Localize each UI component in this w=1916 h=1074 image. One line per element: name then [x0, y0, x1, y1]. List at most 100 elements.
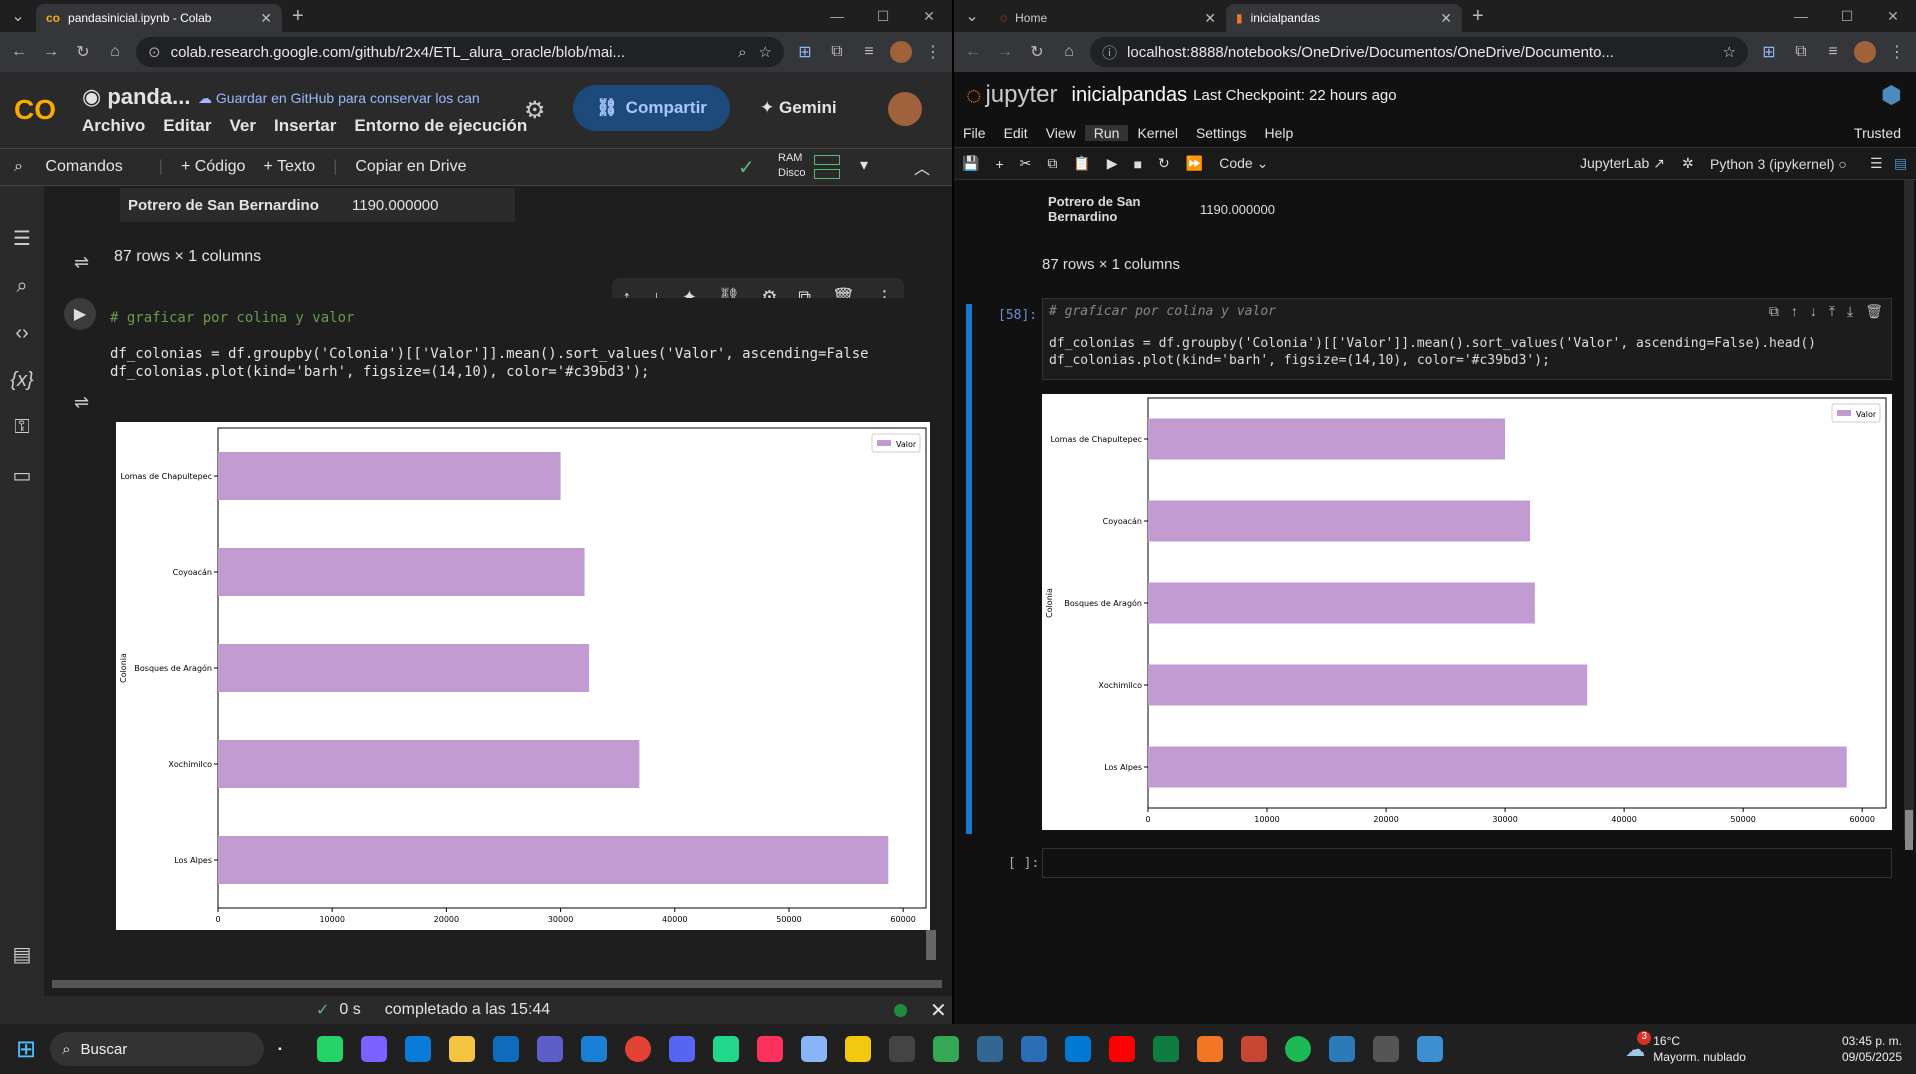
menu-settings[interactable]: Settings	[1187, 125, 1256, 141]
menu-entorno[interactable]: Entorno de ejecución	[354, 116, 527, 136]
close-window-icon[interactable]: ✕	[1870, 8, 1916, 25]
output-bar[interactable]	[966, 394, 972, 834]
whatsapp-icon[interactable]	[316, 1036, 343, 1062]
reload-icon[interactable]: ↻	[1026, 42, 1048, 62]
close-window-icon[interactable]: ✕	[906, 8, 952, 25]
youtube-icon[interactable]	[1108, 1036, 1135, 1062]
tab-search-icon[interactable]: ⌄	[0, 6, 36, 26]
kernel-status[interactable]: Python 3 (ipykernel) ○	[1710, 156, 1847, 172]
site-info-icon[interactable]: ⓘ	[1102, 42, 1117, 63]
toc-icon[interactable]: ☰	[1870, 155, 1883, 172]
copy-icon[interactable]: ⧉	[1039, 155, 1065, 172]
terminal-icon[interactable]: ▤	[13, 942, 32, 967]
forward-icon[interactable]: →	[994, 43, 1016, 61]
app-icon-green[interactable]	[932, 1036, 959, 1062]
translate-icon[interactable]: ⊞	[794, 42, 816, 62]
app-icon-circle[interactable]	[1284, 1036, 1311, 1062]
file-explorer-icon[interactable]	[448, 1036, 475, 1062]
trusted-badge[interactable]: Trusted	[1845, 125, 1910, 141]
github-save-link[interactable]: ☁ Guardar en GitHub para conservar los c…	[198, 90, 480, 107]
fast-forward-icon[interactable]: ⏩	[1178, 155, 1211, 172]
menu-file[interactable]: File	[954, 125, 995, 141]
menu-editar[interactable]: Editar	[163, 116, 211, 136]
scrollbar-thumb[interactable]	[1905, 810, 1913, 850]
collapse-icon[interactable]: ︿	[914, 155, 930, 179]
insert-below-icon[interactable]: ⤓	[1847, 303, 1853, 320]
files-folder-icon[interactable]: ▭	[13, 463, 32, 488]
output-options-icon[interactable]: ⇌	[74, 252, 89, 273]
taskbar-search[interactable]: ⌕ Buscar	[50, 1032, 265, 1066]
property-inspector-icon[interactable]: ▤	[1894, 155, 1907, 172]
media-icon[interactable]: ≡	[1822, 43, 1844, 61]
minimize-icon[interactable]: —	[814, 8, 860, 24]
close-tab-icon[interactable]: ✕	[1204, 10, 1216, 27]
menu-edit[interactable]: Edit	[995, 125, 1037, 141]
bookmark-star-icon[interactable]: ☆	[1723, 43, 1736, 61]
move-down-icon[interactable]: ↓	[1810, 303, 1817, 320]
colab-logo[interactable]: CO	[14, 94, 68, 126]
find-icon[interactable]: ⌕	[16, 275, 27, 298]
weather-widget[interactable]: ☁ 3 16°C Mayorm. nublado	[1625, 1030, 1746, 1065]
terminal-icon[interactable]	[888, 1036, 915, 1062]
empty-code-cell[interactable]	[1042, 848, 1892, 878]
code-snippets-icon[interactable]: ‹›	[15, 322, 28, 345]
insert-cell-icon[interactable]: +	[987, 156, 1011, 172]
output-actions-icon[interactable]: ⇌	[74, 392, 89, 413]
extensions-icon[interactable]: ⧉	[826, 43, 848, 61]
gemini-button[interactable]: ✦ Gemini	[760, 98, 837, 118]
tab-colab[interactable]: co pandasinicial.ipynb - Colab ✕	[36, 4, 282, 32]
run-icon[interactable]: ▶	[1099, 155, 1126, 172]
minimize-icon[interactable]: —	[1778, 8, 1824, 24]
secrets-key-icon[interactable]: ⚿	[14, 416, 29, 439]
back-icon[interactable]: ←	[962, 43, 984, 61]
chrome-icon[interactable]	[624, 1036, 651, 1062]
close-tab-icon[interactable]: ✕	[260, 10, 272, 27]
bookmark-star-icon[interactable]: ☆	[759, 43, 772, 61]
outlook-icon[interactable]	[492, 1036, 519, 1062]
maximize-icon[interactable]: ☐	[860, 8, 906, 25]
active-cell-bar[interactable]	[966, 304, 972, 394]
delete-icon[interactable]: 🗑	[1865, 303, 1883, 320]
close-tab-icon[interactable]: ✕	[1440, 10, 1452, 27]
back-icon[interactable]: ←	[8, 43, 30, 61]
scrollbar-thumb[interactable]	[926, 930, 936, 960]
code-cell[interactable]: # graficar por colina y valor df_colonia…	[106, 298, 952, 418]
run-cell-button[interactable]: ▶	[64, 298, 96, 330]
settings-gear-icon[interactable]: ⚙	[524, 96, 546, 125]
media-icon[interactable]: ≡	[858, 43, 880, 61]
stop-icon[interactable]: ■	[1126, 156, 1150, 172]
runtime-dropdown-icon[interactable]: ▾	[860, 155, 868, 175]
horizontal-scrollbar[interactable]	[52, 980, 942, 988]
insert-above-icon[interactable]: ⤒	[1829, 303, 1835, 320]
url-field[interactable]: ⊙ colab.research.google.com/github/r2x4/…	[136, 37, 784, 67]
tab-notebook[interactable]: ▮ inicialpandas ✕	[1226, 4, 1462, 32]
paste-icon[interactable]: 📋	[1065, 155, 1098, 172]
menu-help[interactable]: Help	[1256, 125, 1303, 141]
resource-monitor[interactable]: RAM Disco	[778, 151, 806, 181]
start-windows-icon[interactable]: ⊞	[16, 1035, 36, 1064]
site-info-icon[interactable]: ⊙	[148, 43, 161, 61]
new-tab-icon[interactable]: +	[1472, 5, 1484, 28]
powerbi-icon[interactable]	[844, 1036, 871, 1062]
menu-run[interactable]: Run	[1084, 124, 1129, 141]
url-field[interactable]: ⓘ localhost:8888/notebooks/OneDrive/Docu…	[1090, 37, 1748, 67]
app-icon-blue[interactable]	[1020, 1036, 1047, 1062]
pycharm-icon[interactable]	[712, 1036, 739, 1062]
jupyter-logo-text[interactable]: jupyter	[985, 81, 1057, 109]
menu-archivo[interactable]: Archivo	[82, 116, 145, 136]
vscode-icon[interactable]	[580, 1036, 607, 1062]
reload-icon[interactable]: ↻	[72, 42, 94, 62]
home-icon[interactable]: ⌂	[1058, 43, 1080, 61]
add-code-button[interactable]: + Código	[181, 158, 246, 176]
app-icon-chart[interactable]	[1416, 1036, 1443, 1062]
restart-icon[interactable]: ↻	[1150, 155, 1178, 172]
notebook-title[interactable]: ◉ panda...	[82, 84, 190, 110]
save-icon[interactable]: 💾	[954, 155, 987, 172]
code-cell[interactable]: # graficar por colina y valor df_colonia…	[1042, 298, 1892, 380]
user-avatar[interactable]	[888, 92, 922, 126]
tab-search-icon[interactable]: ⌄	[954, 6, 990, 26]
intellij-icon[interactable]	[756, 1036, 783, 1062]
cut-icon[interactable]: ✂	[1012, 155, 1040, 172]
discord-icon[interactable]	[668, 1036, 695, 1062]
excel-icon[interactable]	[1152, 1036, 1179, 1062]
